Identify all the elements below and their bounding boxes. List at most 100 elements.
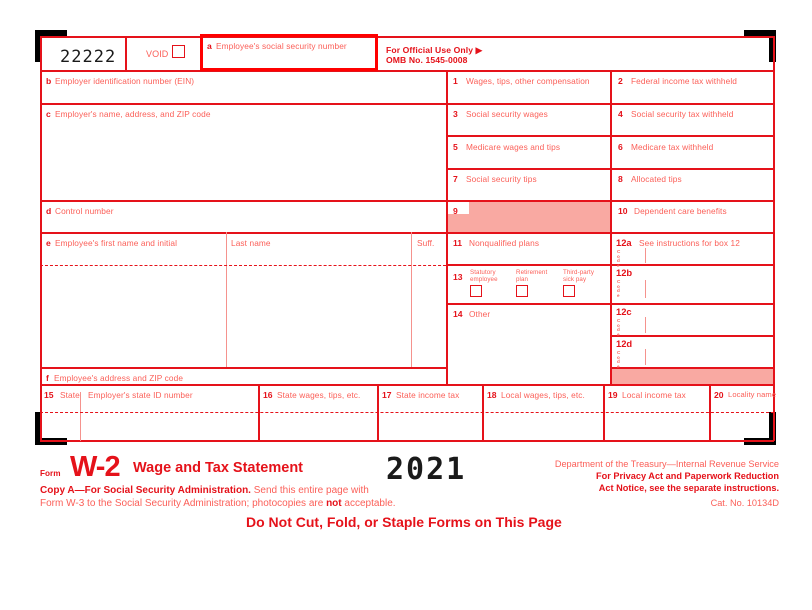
box-9-label-chip [447, 201, 469, 214]
employer-state-id-label: Employer's state ID number [88, 390, 193, 400]
box-e-label: Employee's first name and initial [55, 238, 178, 248]
box-17-label: State income tax [396, 390, 460, 400]
copy-a-bold: Copy A—For Social Security Administratio… [40, 485, 251, 496]
box-12a-code-label: Code [617, 249, 621, 268]
box-13-statutory-label-line1: Statutory [470, 269, 496, 276]
box-d-letter: d [46, 206, 52, 216]
box-10-number: 10 [618, 206, 628, 216]
box-a-letter: a [207, 41, 212, 51]
box-6-number: 6 [618, 142, 623, 152]
rule-main-column-divider [446, 70, 448, 384]
box-14-number: 14 [453, 309, 463, 319]
box-d-label: Control number [55, 206, 114, 216]
rule-outer-left [40, 36, 42, 441]
box-c-label: Employer's name, address, and ZIP code [55, 109, 211, 119]
box-7-label: Social security tips [466, 174, 537, 184]
privacy-act-line2: Act Notice, see the separate instruction… [404, 482, 779, 494]
rule-row-12d-top [612, 335, 774, 337]
box-17-number: 17 [382, 390, 392, 400]
rule-row-state-top [40, 384, 774, 386]
box-12b-code-label: Code [617, 279, 621, 298]
box-3-number: 3 [453, 109, 458, 119]
form-number-w2: W-2 [70, 451, 121, 483]
rule-row-b-top [40, 70, 774, 72]
box-13-retirement-plan-checkbox[interactable] [516, 285, 528, 297]
rule-outer-top [40, 36, 774, 38]
box-a-label: Employee's social security number [216, 41, 347, 51]
box-15-label: State [60, 390, 80, 400]
treasury-line: Department of the Treasury—Internal Reve… [554, 459, 779, 469]
box-3-label: Social security wages [466, 109, 548, 119]
rule-suffix-divider [411, 232, 412, 367]
box-12a-code-divider [645, 248, 646, 263]
official-use-only: For Official Use Only ▶ [386, 45, 483, 55]
last-name-label: Last name [231, 238, 271, 248]
box-12c-code-label: Code [617, 318, 621, 337]
box-12d-code-label: Code [617, 350, 621, 369]
box-18-label: Local wages, tips, etc. [501, 390, 585, 400]
box-7-number: 7 [453, 174, 458, 184]
box-b-letter: b [46, 76, 52, 86]
rule-outer-right [773, 36, 775, 441]
box-a-ssn-frame[interactable] [200, 34, 378, 71]
box-8-label: Allocated tips [631, 174, 682, 184]
box-1-number: 1 [453, 76, 458, 86]
box-c-letter: c [46, 109, 51, 119]
form-title: Wage and Tax Statement [133, 460, 304, 476]
box-20-label: Locality name [728, 390, 777, 399]
w2-form-page: 22222 VOID a Employee's social security … [0, 0, 812, 610]
box-13-number: 13 [453, 272, 463, 282]
box-13-third-party-sick-pay-checkbox[interactable] [563, 285, 575, 297]
box-14-label: Other [469, 309, 491, 319]
box-19-label: Local income tax [622, 390, 686, 400]
catalog-number: Cat. No. 10134D [710, 498, 779, 508]
box-13-thirdparty-label-line1: Third-party [563, 269, 595, 276]
rule-numbered-mid-divider [610, 70, 612, 384]
box-f-label: Employee's address and ZIP code [54, 373, 184, 383]
copy-a-line2-b: acceptable. [341, 498, 396, 509]
rule-grid-bottom [40, 440, 774, 442]
void-checkbox[interactable] [172, 45, 185, 58]
void-label: VOID [146, 49, 169, 59]
copy-a-line2: Form W-3 to the Social Security Administ… [40, 497, 396, 510]
box-12d-number: 12d [616, 338, 633, 349]
form-word-label: Form [40, 469, 61, 478]
copy-a-rest: Send this entire page with [250, 485, 369, 496]
void-control-code: 22222 [60, 47, 117, 67]
box-f-letter: f [46, 373, 49, 383]
copy-a-line2-a: Form W-3 to the Social Security Administ… [40, 498, 327, 509]
box-2-label: Federal income tax withheld [631, 76, 738, 86]
box-15-number: 15 [44, 390, 54, 400]
box-1-label: Wages, tips, other compensation [466, 76, 590, 86]
box-13-retirement-label-line1: Retirement [516, 269, 548, 276]
box-16-number: 16 [263, 390, 273, 400]
box-13-statutory-employee-checkbox[interactable] [470, 285, 482, 297]
box-10-label: Dependent care benefits [634, 206, 727, 216]
box-9-number: 9 [453, 206, 458, 216]
box-12c-number: 12c [616, 306, 632, 317]
box-13-statutory-label-line2: employee [470, 276, 498, 283]
dash-e-row-split [40, 265, 446, 266]
box-5-number: 5 [453, 142, 458, 152]
privacy-act-line1: For Privacy Act and Paperwork Reduction [404, 470, 779, 482]
box-b-label: Employer identification number (EIN) [55, 76, 195, 86]
box-5-label: Medicare wages and tips [466, 142, 561, 152]
rule-name-divider [226, 232, 227, 367]
box-12c-code-divider [645, 317, 646, 333]
box-11-number: 11 [453, 238, 463, 248]
box-16-label: State wages, tips, etc. [277, 390, 361, 400]
rule-row-f-top [40, 367, 447, 369]
box-4-number: 4 [618, 109, 623, 119]
box-12a-number: 12a [616, 237, 632, 248]
box-13-retirement-label-line2: plan [516, 276, 529, 283]
copy-a-not: not [326, 498, 342, 509]
box-18-number: 18 [487, 390, 497, 400]
box-2-number: 2 [618, 76, 623, 86]
rule-row-d-top [40, 200, 447, 202]
box-4-label: Social security tax withheld [631, 109, 734, 119]
do-not-cut-notice: Do Not Cut, Fold, or Staple Forms on Thi… [246, 514, 562, 530]
box-12b-number: 12b [616, 267, 633, 278]
box-12-bottom-shading [612, 368, 774, 384]
box-12b-code-divider [645, 280, 646, 298]
copy-a-line1: Copy A—For Social Security Administratio… [40, 484, 369, 497]
